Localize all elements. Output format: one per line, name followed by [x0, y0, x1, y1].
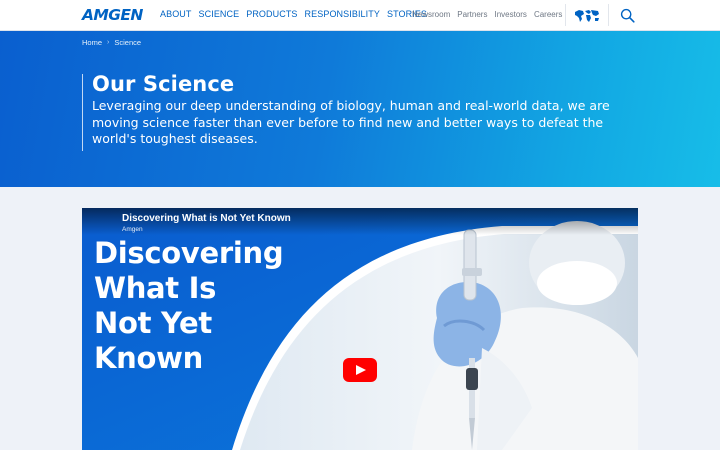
- video-player[interactable]: Discovering What is Not Yet Known Amgen …: [82, 208, 638, 450]
- breadcrumb: Home › Science: [82, 38, 141, 47]
- nav-careers[interactable]: Careers: [534, 10, 562, 19]
- video-headline: Discovering What Is Not Yet Known: [94, 236, 324, 376]
- nav-about[interactable]: ABOUT: [160, 9, 192, 19]
- breadcrumb-current: Science: [114, 38, 142, 47]
- video-channel-name[interactable]: Amgen: [122, 226, 143, 233]
- breadcrumb-home[interactable]: Home: [82, 38, 102, 47]
- headline-line: Known: [94, 341, 203, 375]
- search-icon[interactable]: [620, 8, 635, 23]
- hero-description: Leveraging our deep understanding of bio…: [92, 98, 610, 146]
- page-title: Our Science: [92, 72, 235, 96]
- nav-products[interactable]: PRODUCTS: [246, 9, 297, 19]
- youtube-play-icon[interactable]: [343, 358, 377, 382]
- divider: [608, 4, 609, 26]
- chevron-right-icon: ›: [107, 39, 110, 46]
- secondary-nav: Newsroom Partners Investors Careers: [412, 10, 562, 19]
- hero-accent-line: [82, 74, 83, 151]
- video-title[interactable]: Discovering What is Not Yet Known: [122, 213, 291, 224]
- headline-line: Discovering: [94, 236, 284, 270]
- site-header: AMGEN ABOUT SCIENCE PRODUCTS RESPONSIBIL…: [0, 0, 720, 31]
- headline-line: What Is: [94, 271, 217, 305]
- nav-science[interactable]: SCIENCE: [199, 9, 240, 19]
- headline-line: Not Yet: [94, 306, 212, 340]
- divider: [565, 4, 566, 26]
- main-nav: ABOUT SCIENCE PRODUCTS RESPONSIBILITY ST…: [160, 9, 427, 19]
- nav-newsroom[interactable]: Newsroom: [412, 10, 450, 19]
- amgen-logo[interactable]: AMGEN: [82, 6, 143, 24]
- nav-partners[interactable]: Partners: [457, 10, 487, 19]
- nav-investors[interactable]: Investors: [494, 10, 526, 19]
- world-map-icon[interactable]: [574, 9, 600, 23]
- hero-banner: Home › Science Our Science Leveraging ou…: [0, 31, 720, 187]
- nav-responsibility[interactable]: RESPONSIBILITY: [305, 9, 380, 19]
